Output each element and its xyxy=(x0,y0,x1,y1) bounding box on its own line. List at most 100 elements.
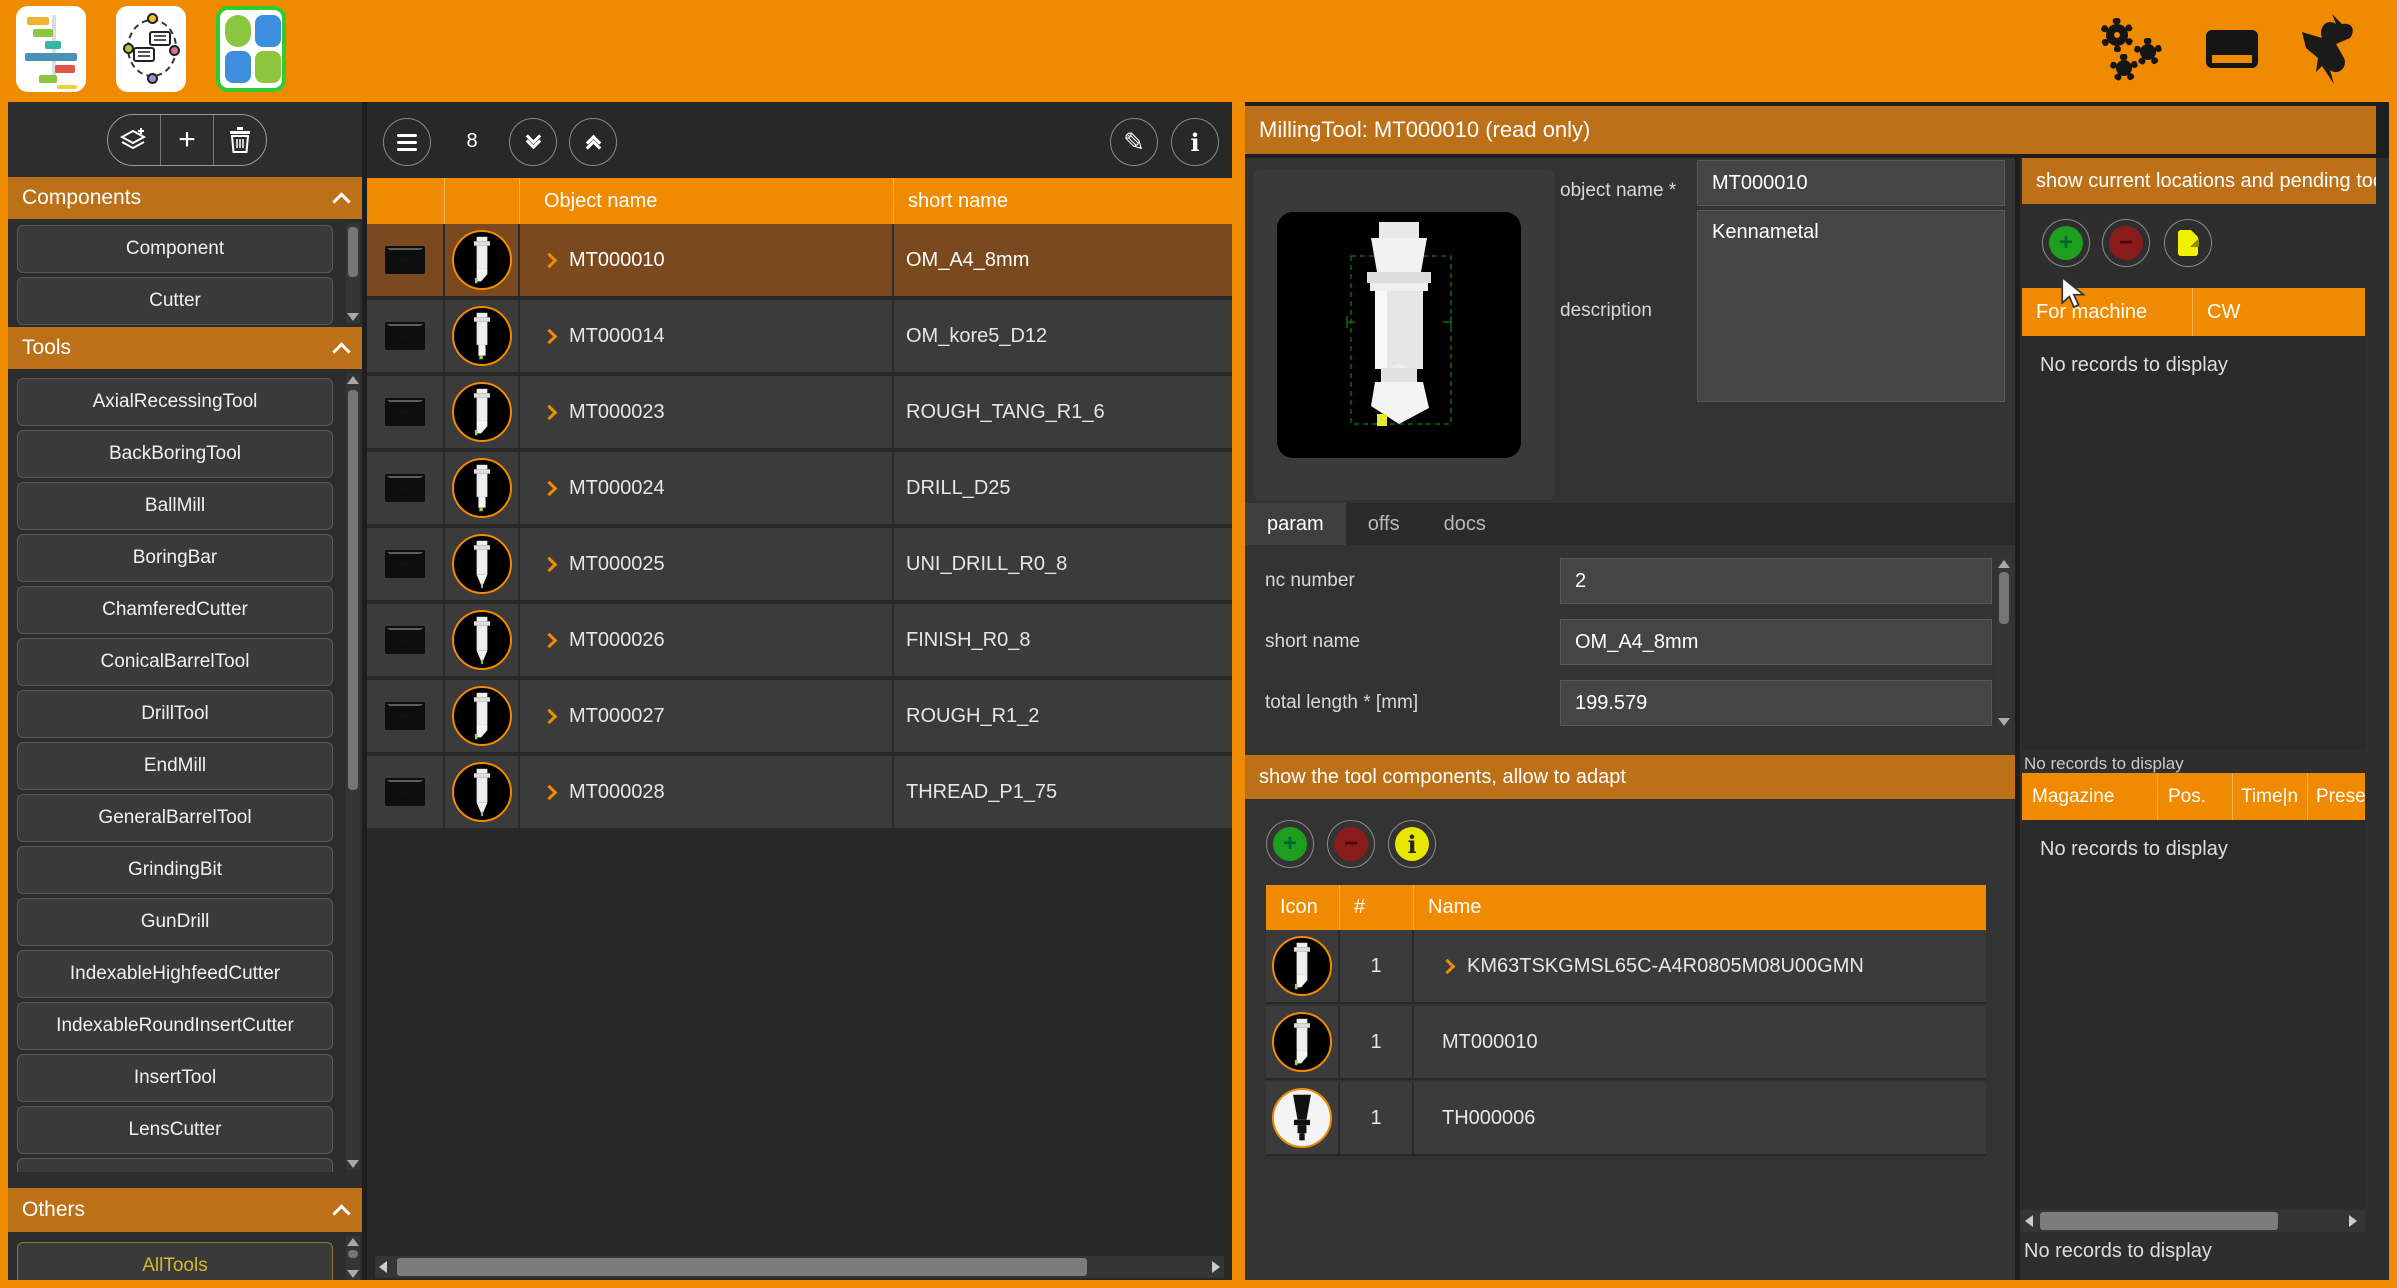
tab-offs[interactable]: offs xyxy=(1346,503,1422,545)
mail-cell[interactable] xyxy=(367,224,445,296)
sidebar-item-backboringtool[interactable]: BackBoringTool xyxy=(17,430,333,478)
sidebar-item-alltools[interactable]: AllTools xyxy=(17,1242,333,1280)
sidebar-item-lollipopcutter[interactable]: LollipopCutter xyxy=(17,1158,333,1172)
column-header-number[interactable]: # xyxy=(1340,885,1414,930)
expand-chevron-icon[interactable] xyxy=(542,784,558,800)
tab-docs[interactable]: docs xyxy=(1422,503,1508,545)
components-scrollbar[interactable] xyxy=(346,223,360,323)
tool-row-MT000027[interactable]: MT000027ROUGH_R1_2 xyxy=(367,680,1232,754)
section-header-others[interactable]: Others xyxy=(8,1188,362,1232)
description-input[interactable]: Kennametal xyxy=(1697,210,2005,402)
expand-all-button[interactable] xyxy=(509,118,557,166)
component-row-MT000010[interactable]: 1MT000010 xyxy=(1266,1006,1986,1080)
object-name-cell[interactable]: MT000025 xyxy=(520,528,894,600)
sidebar-item-conicalbarreltool[interactable]: ConicalBarrelTool xyxy=(17,638,333,686)
expand-chevron-icon[interactable] xyxy=(542,328,558,344)
tool-row-MT000026[interactable]: MT000026FINISH_R0_8 xyxy=(367,604,1232,678)
sidebar-item-indexableroundinsertcutter[interactable]: IndexableRoundInsertCutter xyxy=(17,1002,333,1050)
duplicate-layers-button[interactable] xyxy=(108,115,161,165)
object-name-cell[interactable]: MT000024 xyxy=(520,452,894,524)
card-icon[interactable] xyxy=(2206,30,2258,68)
column-header-for-machine[interactable]: For machine xyxy=(2022,288,2193,336)
location-document-button[interactable] xyxy=(2164,219,2212,267)
sidebar-item-inserttool[interactable]: InsertTool xyxy=(17,1054,333,1102)
mail-cell[interactable] xyxy=(367,376,445,448)
sidebar-item-cutter[interactable]: Cutter xyxy=(17,277,333,325)
mail-cell[interactable] xyxy=(367,756,445,828)
component-add-button[interactable]: + xyxy=(1266,820,1314,868)
expand-chevron-icon[interactable] xyxy=(1440,958,1456,974)
object-name-cell[interactable]: MT000027 xyxy=(520,680,894,752)
column-header-icon[interactable]: Icon xyxy=(1266,885,1340,930)
column-header-time[interactable]: Time|n xyxy=(2233,773,2308,820)
section-header-tools[interactable]: Tools xyxy=(8,327,362,369)
tools-scrollbar[interactable] xyxy=(346,374,360,1170)
object-name-cell[interactable]: MT000026 xyxy=(520,604,894,676)
sidebar-item-drilltool[interactable]: DrillTool xyxy=(17,690,333,738)
field-input-total-length-mm-[interactable]: 199.579 xyxy=(1560,680,1992,726)
mail-cell[interactable] xyxy=(367,300,445,372)
tool-row-MT000023[interactable]: MT000023ROUGH_TANG_R1_6 xyxy=(367,376,1232,450)
column-header-magazine[interactable]: Magazine xyxy=(2022,773,2158,820)
sidebar-item-chamferedcutter[interactable]: ChamferedCutter xyxy=(17,586,333,634)
sidebar-item-component[interactable]: Component xyxy=(17,225,333,273)
field-input-short-name[interactable]: OM_A4_8mm xyxy=(1560,619,1992,665)
object-name-cell[interactable]: MT000014 xyxy=(520,300,894,372)
field-input-nc-number[interactable]: 2 xyxy=(1560,558,1992,604)
expand-chevron-icon[interactable] xyxy=(542,480,558,496)
mail-cell[interactable] xyxy=(367,528,445,600)
column-header-object-name[interactable]: Object name xyxy=(520,178,894,224)
sidebar-item-gundrill[interactable]: GunDrill xyxy=(17,898,333,946)
delete-button[interactable] xyxy=(214,115,266,165)
menu-button[interactable] xyxy=(383,118,431,166)
object-name-cell[interactable]: MT000028 xyxy=(520,756,894,828)
component-info-button[interactable]: i xyxy=(1388,820,1436,868)
column-header-pos[interactable]: Pos. xyxy=(2158,773,2233,820)
component-row-KM63TSKGMSL65C-A4R0805M08U00GMN[interactable]: 1KM63TSKGMSL65C-A4R0805M08U00GMN xyxy=(1266,930,1986,1004)
column-header[interactable] xyxy=(367,178,445,224)
sidebar-item-boringbar[interactable]: BoringBar xyxy=(17,534,333,582)
locations-hscrollbar[interactable] xyxy=(2020,1210,2365,1232)
gantt-app-icon[interactable] xyxy=(16,6,86,92)
mail-cell[interactable] xyxy=(367,604,445,676)
hummingbird-icon[interactable] xyxy=(2292,14,2356,84)
mail-cell[interactable] xyxy=(367,452,445,524)
sidebar-item-generalbarreltool[interactable]: GeneralBarrelTool xyxy=(17,794,333,842)
object-name-input[interactable]: MT000010 xyxy=(1697,160,2005,206)
sidebar-item-axialrecessingtool[interactable]: AxialRecessingTool xyxy=(17,378,333,426)
add-button[interactable]: + xyxy=(161,115,214,165)
component-row-TH000006[interactable]: 1TH000006 xyxy=(1266,1082,1986,1156)
sidebar-item-ballmill[interactable]: BallMill xyxy=(17,482,333,530)
section-header-components[interactable]: Components xyxy=(8,177,362,219)
tool-row-MT000025[interactable]: MT000025UNI_DRILL_R0_8 xyxy=(367,528,1232,602)
component-name-cell[interactable]: KM63TSKGMSL65C-A4R0805M08U00GMN xyxy=(1414,930,1986,1002)
expand-chevron-icon[interactable] xyxy=(542,252,558,268)
expand-chevron-icon[interactable] xyxy=(542,404,558,420)
info-button[interactable]: i xyxy=(1171,118,1219,166)
expand-chevron-icon[interactable] xyxy=(542,708,558,724)
tool-row-MT000010[interactable]: MT000010OM_A4_8mm xyxy=(367,224,1232,298)
edit-button[interactable]: ✎ xyxy=(1110,118,1158,166)
tool-row-MT000014[interactable]: MT000014OM_kore5_D12 xyxy=(367,300,1232,374)
component-name-cell[interactable]: MT000010 xyxy=(1414,1006,1986,1078)
component-name-cell[interactable]: TH000006 xyxy=(1414,1082,1986,1154)
sidebar-item-grindingbit[interactable]: GrindingBit xyxy=(17,846,333,894)
collaboration-app-icon[interactable] xyxy=(116,6,186,92)
object-name-cell[interactable]: MT000023 xyxy=(520,376,894,448)
others-scrollbar[interactable] xyxy=(346,1236,360,1280)
tool-row-MT000028[interactable]: MT000028THREAD_P1_75 xyxy=(367,756,1232,830)
fields-scrollbar[interactable] xyxy=(1997,558,2011,728)
column-header-name[interactable]: Name xyxy=(1414,885,1986,930)
tool-row-MT000024[interactable]: MT000024DRILL_D25 xyxy=(367,452,1232,526)
panel-divider[interactable] xyxy=(1232,102,1245,1280)
sidebar-item-lenscutter[interactable]: LensCutter xyxy=(17,1106,333,1154)
expand-chevron-icon[interactable] xyxy=(542,632,558,648)
object-name-cell[interactable]: MT000010 xyxy=(520,224,894,296)
tiles-app-icon[interactable] xyxy=(216,6,286,92)
location-add-button[interactable]: + xyxy=(2042,219,2090,267)
mail-cell[interactable] xyxy=(367,680,445,752)
column-header-preset[interactable]: Prese xyxy=(2308,773,2365,820)
tool-preview-image[interactable] xyxy=(1277,212,1521,458)
settings-gears-icon[interactable] xyxy=(2100,18,2170,84)
location-remove-button[interactable]: − xyxy=(2102,219,2150,267)
